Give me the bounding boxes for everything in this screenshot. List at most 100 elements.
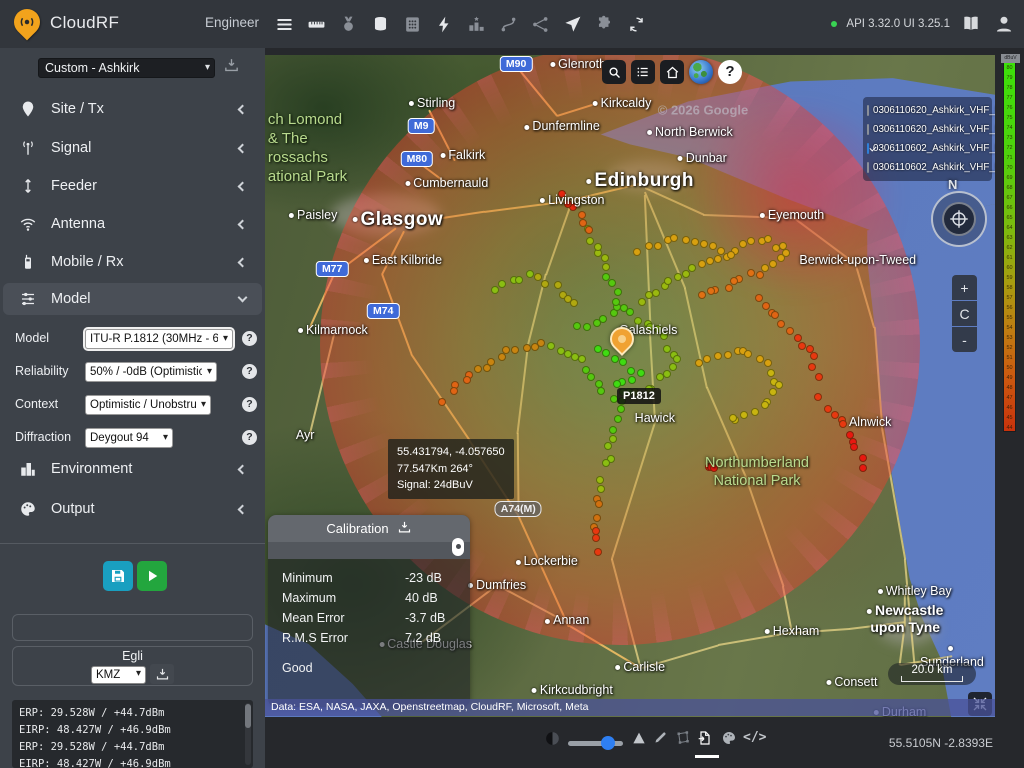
measurement-dot [774,381,783,390]
chevron-down-icon [237,292,248,303]
polygon-button[interactable] [675,730,690,745]
database-icon-button[interactable] [368,12,392,36]
layer-checkbox[interactable] [867,162,869,173]
field-row-diffraction: Diffraction Deygout 94? [0,428,265,448]
send-icon-button[interactable] [560,12,584,36]
layer-checkbox[interactable] [867,143,869,154]
export-download-button[interactable] [150,664,174,684]
help-icon[interactable]: ? [242,364,257,379]
scale-label: 20.0 km [911,664,953,676]
share-icon-button[interactable] [528,12,552,36]
api-code-button[interactable]: </> [743,730,766,745]
layer-row[interactable]: 0306110602_Ashkirk_VHF_P1812 [867,158,995,177]
legend-tick: 44 [1006,425,1013,431]
template-download-button[interactable] [223,57,240,79]
map-bookmarks-button[interactable] [631,60,655,84]
measurement-dot [659,332,668,341]
zoom-out-button[interactable]: - [952,327,977,352]
measurement-dot [768,387,777,396]
sidebar-item-model[interactable]: Model [3,283,262,315]
building-icon-button[interactable] [400,12,424,36]
contrast-button[interactable] [544,730,561,747]
account-button[interactable] [992,12,1016,36]
measurement-dot [702,355,711,364]
field-row-model: Model ITU-R P.1812 (30MHz - 6GHz)? [0,327,265,351]
ruler-icon-button[interactable] [304,12,328,36]
legend-tick: 73 [1006,135,1013,141]
compass-control[interactable] [931,191,987,247]
sidebar-item-environment[interactable]: Environment [3,453,262,485]
layer-row[interactable]: 0306110620_Ashkirk_VHF_ITM [867,101,995,120]
map-home-button[interactable] [660,60,684,84]
export-format-select[interactable]: KMZ [91,665,146,684]
recycle-icon-button[interactable] [624,12,648,36]
model-select[interactable]: ITU-R P.1812 (30MHz - 6GHz) [83,327,235,351]
legend-tick: 52 [1006,345,1013,351]
leaderboard-icon-button[interactable] [464,12,488,36]
console-scrollbar[interactable] [245,703,251,765]
layer-checkbox[interactable] [867,105,869,116]
measurement-dot [755,354,764,363]
sidebar-item-site-tx[interactable]: Site / Tx [3,93,262,125]
layer-row[interactable]: 0306110602_Ashkirk_VHF_P1812 [867,139,995,158]
compass-reset-button[interactable]: C [952,301,977,326]
opacity-slider-knob[interactable] [601,736,615,750]
measurement-dot [601,458,610,467]
reliability-select[interactable]: 50% / -0dB (Optimistic) [85,362,217,382]
template-select[interactable]: Custom - Ashkirk [38,58,215,78]
help-icon[interactable]: ? [242,430,257,445]
calibration-opacity-slider[interactable] [452,538,464,556]
save-button[interactable] [103,561,133,591]
route-icon-button[interactable] [496,12,520,36]
map-canvas[interactable]: Glenrothes Kirkcaldy Dunfermline Stirling Fa… [265,55,995,717]
calibration-download-icon[interactable] [397,520,412,538]
draw-button[interactable] [653,730,668,745]
medal-icon-button[interactable] [336,12,360,36]
scale-bar: 20.0 km [888,663,976,685]
measurement-dot [729,413,738,422]
measurement-dot [582,322,591,331]
bolt-icon-button[interactable] [432,12,456,36]
palette-button[interactable] [721,730,737,746]
diffraction-select[interactable]: Deygout 94 [85,428,173,448]
legend-tick: 63 [1006,235,1013,241]
urban-patch-newcastle [878,611,939,646]
measurement-dot [449,386,458,395]
opacity-slider[interactable] [568,736,623,750]
context-select[interactable]: Optimistic / Unobstructed [85,395,211,415]
map-help-button[interactable]: ? [718,60,742,84]
sidebar-item-antenna[interactable]: Antenna [3,208,262,240]
menu-icon-button[interactable] [272,12,296,36]
measurement-dot [525,270,534,279]
help-icon[interactable]: ? [242,397,257,412]
puzzle-icon-button[interactable] [592,12,616,36]
help-icon[interactable]: ? [242,331,257,346]
map-globe-button[interactable] [689,60,713,84]
sidebar-item-output[interactable]: Output [3,493,262,525]
cloudrf-app: CloudRF Engineer API 3.32.0 UI 3.25.1 Cu… [0,0,1024,768]
sidebar-item-feeder[interactable]: Feeder [3,170,262,202]
terrain-button[interactable] [631,730,647,746]
docs-button[interactable] [959,12,983,36]
import-active-indicator [695,755,719,758]
map-search-button[interactable] [602,60,626,84]
calibration-header[interactable]: Calibration [268,515,470,542]
measurement-dot [600,254,609,263]
measurement-dot [627,366,636,375]
zoom-in-button[interactable]: + [952,275,977,300]
field-label: Model [15,331,50,345]
signal-icon [17,139,39,157]
chevron-left-icon [237,464,248,474]
import-file-button[interactable] [697,730,713,746]
measurement-dot [607,279,616,288]
output-console[interactable]: ERP: 29.528W / +44.7dBm EIRP: 48.427W / +… [12,700,253,768]
sidebar-item-signal[interactable]: Signal [3,132,262,164]
layer-checkbox[interactable] [867,124,869,135]
antenna-pattern-panel [12,614,253,641]
run-button[interactable] [137,561,167,591]
compass-crosshair-icon [942,202,976,236]
measurement-dot [687,263,696,272]
sidebar-item-mobile-rx[interactable]: Mobile / Rx [3,246,262,278]
road-shield-m80: M80 [400,150,434,167]
layer-row[interactable]: 0306110620_Ashkirk_VHF_ITM [867,120,995,139]
